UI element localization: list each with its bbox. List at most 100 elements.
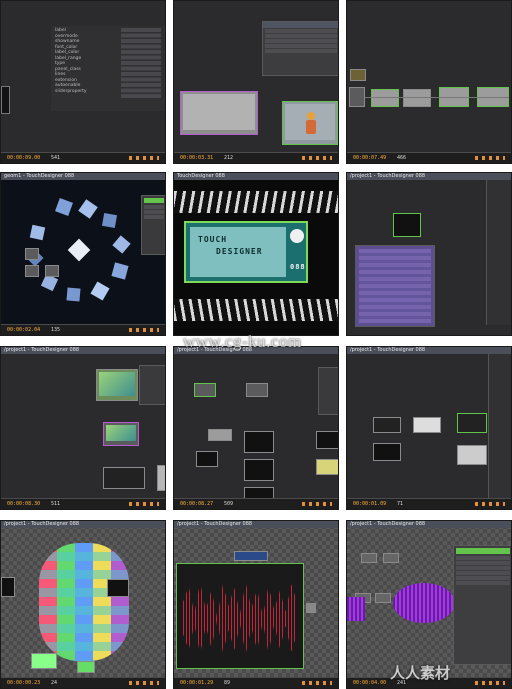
playback-controls[interactable] bbox=[129, 156, 159, 160]
playback-controls[interactable] bbox=[475, 502, 505, 506]
param-row bbox=[265, 49, 337, 53]
timeline-bar: 00:00:01.29 89 bbox=[174, 677, 338, 688]
tile-3: 00:00:07.49 466 bbox=[346, 0, 512, 164]
window-title: /project1 - TouchDesigner 088 bbox=[347, 347, 511, 354]
cube bbox=[90, 281, 110, 301]
op-node[interactable] bbox=[349, 87, 365, 107]
param-row bbox=[456, 566, 510, 570]
texture-node[interactable] bbox=[103, 422, 139, 446]
window-title: /project1 - TouchDesigner 088 bbox=[347, 173, 511, 180]
render-node[interactable] bbox=[282, 101, 338, 145]
op-node[interactable] bbox=[383, 553, 399, 563]
param-row bbox=[456, 581, 510, 585]
cube bbox=[78, 199, 98, 219]
playback-controls[interactable] bbox=[302, 681, 332, 685]
op-node[interactable] bbox=[361, 553, 377, 563]
playback-controls[interactable] bbox=[129, 502, 159, 506]
tile-6: /project1 - TouchDesigner 088 bbox=[346, 172, 512, 336]
timecode: 00:00:09.00 bbox=[7, 155, 41, 161]
window-title: /project1 - TouchDesigner 088 bbox=[1, 347, 165, 354]
op-node[interactable] bbox=[25, 248, 39, 260]
waveform bbox=[183, 582, 297, 654]
op-node[interactable] bbox=[77, 661, 95, 673]
op-node[interactable] bbox=[403, 89, 431, 107]
image-node[interactable] bbox=[350, 69, 366, 81]
op-node[interactable] bbox=[157, 465, 165, 491]
timecode: 00:00:07.49 bbox=[353, 155, 387, 161]
op-node[interactable] bbox=[1, 577, 15, 597]
parameter-sidebar bbox=[486, 180, 511, 325]
op-node[interactable] bbox=[373, 417, 401, 433]
character-body bbox=[306, 120, 316, 134]
frame-number: 509 bbox=[224, 501, 234, 507]
playback-controls[interactable] bbox=[129, 681, 159, 685]
op-node[interactable] bbox=[244, 459, 274, 481]
timeline-bar: 00:00:09.00 541 bbox=[1, 152, 165, 163]
tile-7: /project1 - TouchDesigner 088 00:00:08.3… bbox=[0, 346, 166, 510]
cube bbox=[29, 224, 46, 241]
op-node[interactable] bbox=[373, 443, 401, 461]
param-row bbox=[265, 39, 337, 43]
screenshot-grid: label overmode showname font_color label… bbox=[0, 0, 512, 689]
op-node[interactable] bbox=[371, 89, 399, 107]
waveform-viewer[interactable] bbox=[176, 563, 304, 669]
op-node[interactable] bbox=[413, 417, 441, 433]
timeline-bar: 00:00:03.31 212 bbox=[174, 152, 338, 163]
op-node[interactable] bbox=[457, 413, 487, 433]
timecode: 00:00:04.00 bbox=[353, 680, 387, 686]
frame-number: 541 bbox=[51, 155, 61, 161]
param-list: label overmode showname font_color label… bbox=[55, 28, 87, 94]
op-node[interactable] bbox=[457, 445, 487, 465]
panel-header bbox=[144, 198, 164, 203]
playback-controls[interactable] bbox=[302, 502, 332, 506]
op-node[interactable] bbox=[234, 551, 268, 561]
playback-controls[interactable] bbox=[475, 156, 505, 160]
node-wire bbox=[365, 97, 509, 98]
cube-ring-render bbox=[21, 198, 141, 308]
op-node[interactable] bbox=[25, 265, 39, 277]
op-node[interactable] bbox=[103, 467, 145, 489]
playback-controls[interactable] bbox=[302, 156, 332, 160]
window-title: TouchDesigner 088 bbox=[174, 173, 338, 180]
op-node[interactable] bbox=[306, 603, 316, 613]
op-node[interactable] bbox=[45, 265, 59, 277]
op-node[interactable] bbox=[244, 431, 274, 453]
op-node[interactable] bbox=[107, 579, 129, 597]
op-node[interactable] bbox=[31, 653, 57, 669]
parameter-dialog bbox=[262, 21, 338, 76]
watermark-text: www.cg-ku.com bbox=[183, 332, 302, 351]
param-row bbox=[265, 29, 337, 33]
cube bbox=[101, 212, 118, 229]
op-node[interactable] bbox=[375, 593, 391, 603]
op-node[interactable] bbox=[208, 429, 232, 441]
op-node[interactable] bbox=[393, 213, 421, 237]
playback-controls[interactable] bbox=[475, 681, 505, 685]
op-node[interactable] bbox=[316, 431, 338, 449]
timeline-bar: 00:00:01.09 71 bbox=[347, 498, 511, 509]
parameter-panel bbox=[453, 545, 511, 665]
container-node[interactable] bbox=[180, 91, 258, 135]
tile-2: 00:00:03.31 212 bbox=[173, 0, 339, 164]
parameter-sidebar bbox=[488, 354, 511, 499]
node-preview bbox=[106, 425, 136, 441]
op-node[interactable] bbox=[194, 383, 216, 397]
op-node[interactable] bbox=[316, 459, 338, 475]
op-node[interactable] bbox=[246, 383, 268, 397]
window-title: /project1 - TouchDesigner 088 bbox=[174, 521, 338, 528]
timecode: 00:00:08.27 bbox=[180, 501, 214, 507]
timecode: 00:00:02.04 bbox=[7, 327, 41, 333]
param-row bbox=[144, 205, 164, 209]
texture-node[interactable] bbox=[96, 369, 138, 401]
param-values bbox=[121, 28, 161, 98]
timeline-bar: 00:00:08.30 511 bbox=[1, 498, 165, 509]
op-node[interactable] bbox=[196, 451, 218, 467]
node-preview bbox=[99, 372, 135, 396]
timeline-bar: 00:00:08.27 509 bbox=[174, 498, 338, 509]
timecode: 00:00:08.30 bbox=[7, 501, 41, 507]
viewer-node[interactable] bbox=[1, 86, 10, 114]
param-row bbox=[456, 576, 510, 580]
param-row bbox=[265, 44, 337, 48]
timeline-bar: 00:00:07.49 466 bbox=[347, 152, 511, 163]
playback-controls[interactable] bbox=[129, 328, 159, 332]
tile-9: /project1 - TouchDesigner 088 00:00:01.0… bbox=[346, 346, 512, 510]
